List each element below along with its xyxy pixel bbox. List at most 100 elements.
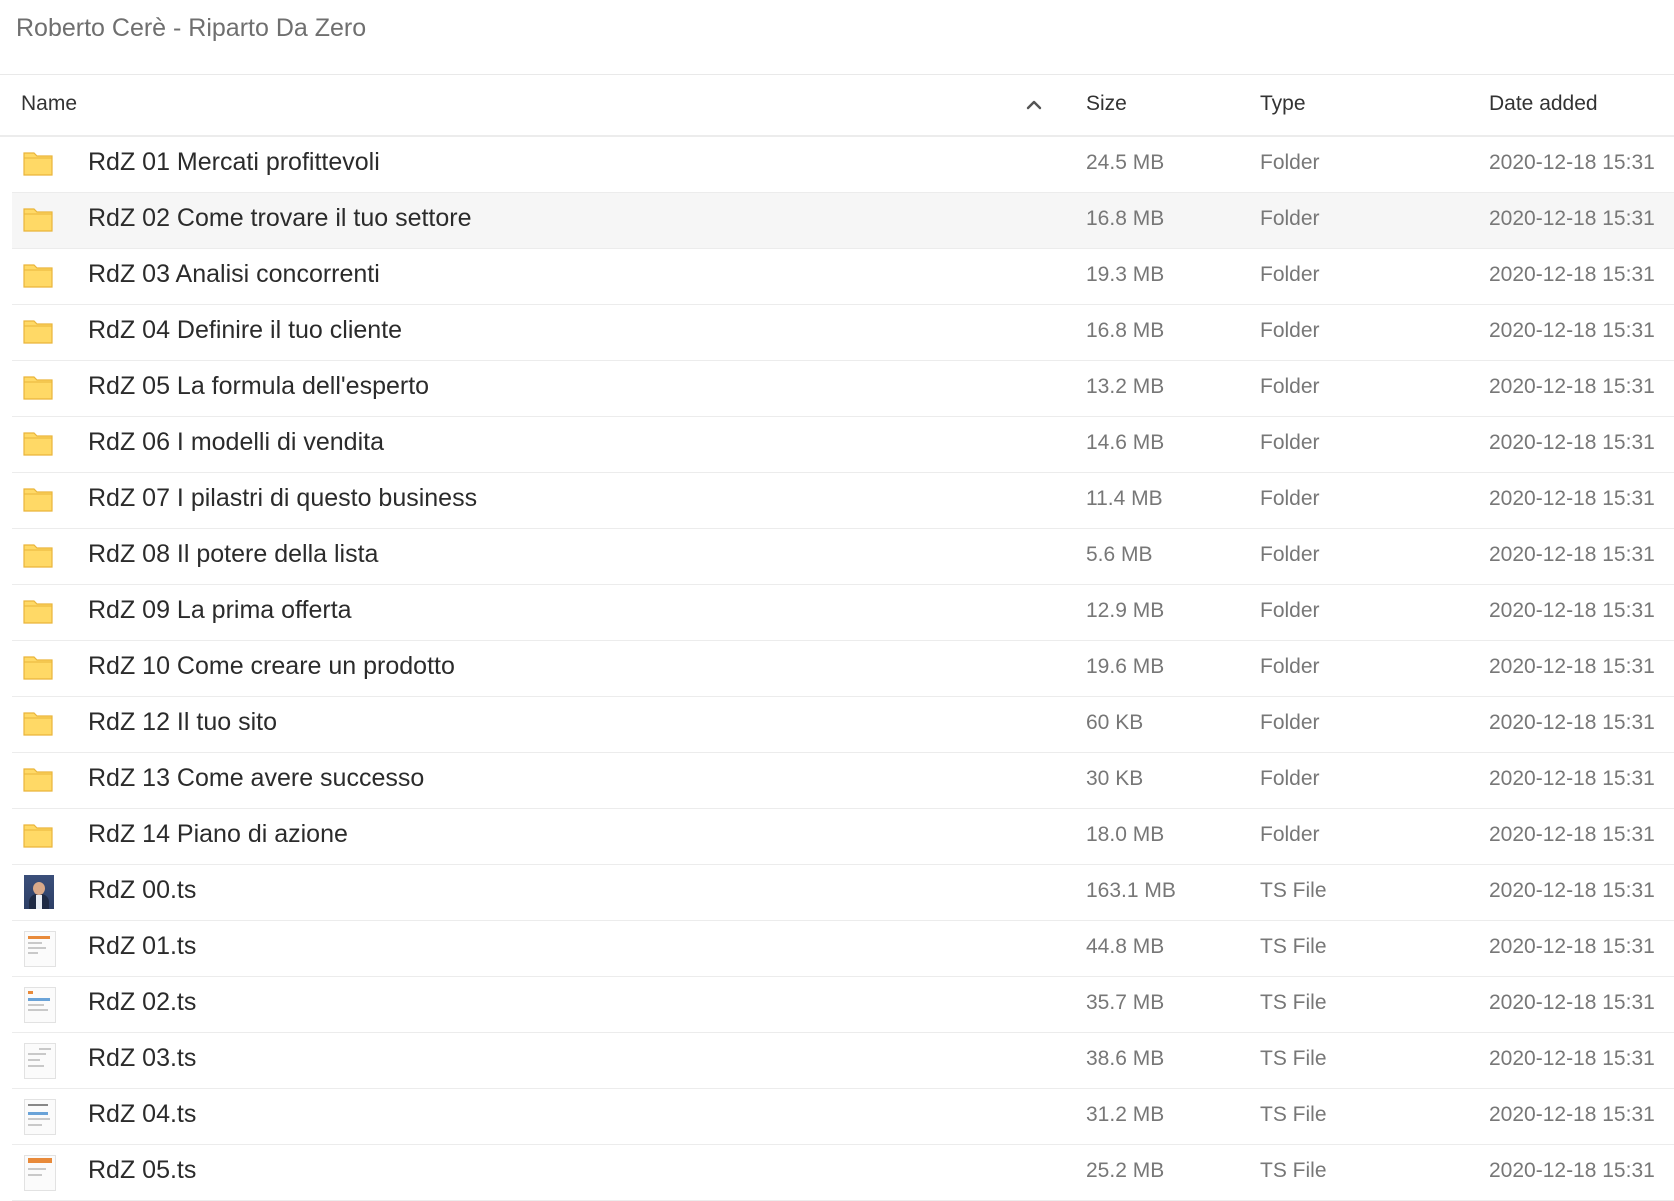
file-type: Folder	[1260, 711, 1320, 734]
table-row[interactable]: RdZ 03.ts 38.6 MB TS File 2020-12-18 15:31	[12, 1033, 1674, 1089]
folder-icon	[22, 147, 54, 179]
file-name[interactable]: RdZ 14 Piano di azione	[88, 820, 348, 849]
file-name[interactable]: RdZ 02.ts	[88, 988, 196, 1017]
file-list: RdZ 01 Mercati profittevoli 24.5 MB Folder…	[0, 137, 1674, 1201]
breadcrumb[interactable]: Roberto Cerè - Riparto Da Zero	[16, 14, 366, 43]
file-name[interactable]: RdZ 02 Come trovare il tuo settore	[88, 204, 472, 233]
file-size: 13.2 MB	[1086, 375, 1165, 398]
file-name[interactable]: RdZ 07 I pilastri di questo business	[88, 484, 477, 513]
file-type: TS File	[1260, 879, 1327, 902]
table-row[interactable]: RdZ 05 La formula dell'esperto 13.2 MB Fol…	[12, 361, 1674, 417]
file-name[interactable]: RdZ 03.ts	[88, 1044, 196, 1073]
file-name[interactable]: RdZ 01 Mercati profittevoli	[88, 148, 380, 177]
column-header-date-added[interactable]: Date added	[1489, 92, 1598, 116]
file-name[interactable]: RdZ 08 Il potere della lista	[88, 540, 378, 569]
file-type: TS File	[1260, 991, 1327, 1014]
file-size: 11.4 MB	[1086, 487, 1163, 510]
table-row[interactable]: RdZ 08 Il potere della lista 5.6 MB Folder…	[12, 529, 1674, 585]
file-size: 16.8 MB	[1086, 319, 1165, 342]
file-date-added: 2020-12-18 15:31	[1489, 1159, 1655, 1182]
file-name[interactable]: RdZ 06 I modelli di vendita	[88, 428, 384, 457]
file-type: Folder	[1260, 375, 1320, 398]
file-type: Folder	[1260, 823, 1320, 846]
file-size: 25.2 MB	[1086, 1159, 1165, 1182]
file-size: 38.6 MB	[1086, 1047, 1165, 1070]
file-name[interactable]: RdZ 05 La formula dell'esperto	[88, 372, 429, 401]
video-thumbnail-icon	[24, 987, 56, 1023]
table-row[interactable]: RdZ 13 Come avere successo 30 KB Folder 202…	[12, 753, 1674, 809]
table-row[interactable]: RdZ 02.ts 35.7 MB TS File 2020-12-18 15:31	[12, 977, 1674, 1033]
table-row[interactable]: RdZ 04 Definire il tuo cliente 16.8 MB Fol…	[12, 305, 1674, 361]
table-row[interactable]: RdZ 00.ts 163.1 MB TS File 2020-12-18 15:31	[12, 865, 1674, 921]
file-size: 24.5 MB	[1086, 151, 1165, 174]
file-name[interactable]: RdZ 00.ts	[88, 876, 196, 905]
file-name[interactable]: RdZ 10 Come creare un prodotto	[88, 652, 455, 681]
table-row[interactable]: RdZ 02 Come trovare il tuo settore 16.8 M…	[12, 193, 1674, 249]
sort-ascending-icon[interactable]	[1024, 95, 1044, 115]
file-type: Folder	[1260, 263, 1320, 286]
breadcrumb-bar: Roberto Cerè - Riparto Da Zero	[0, 0, 1674, 75]
column-header-type[interactable]: Type	[1260, 92, 1306, 116]
video-thumbnail-icon	[24, 1043, 56, 1079]
file-date-added: 2020-12-18 15:31	[1489, 711, 1655, 734]
file-name[interactable]: RdZ 13 Come avere successo	[88, 764, 424, 793]
table-header: Name Size Type Date added	[0, 75, 1674, 137]
file-date-added: 2020-12-18 15:31	[1489, 543, 1655, 566]
video-thumbnail-icon	[24, 1155, 56, 1191]
file-name[interactable]: RdZ 03 Analisi concorrenti	[88, 260, 380, 289]
file-type: Folder	[1260, 487, 1320, 510]
folder-icon	[22, 763, 54, 795]
folder-icon	[22, 651, 54, 683]
file-size: 16.8 MB	[1086, 207, 1165, 230]
file-size: 19.6 MB	[1086, 655, 1165, 678]
table-row[interactable]: RdZ 01 Mercati profittevoli 24.5 MB Folder…	[12, 137, 1674, 193]
file-date-added: 2020-12-18 15:31	[1489, 319, 1655, 342]
file-date-added: 2020-12-18 15:31	[1489, 599, 1655, 622]
table-row[interactable]: RdZ 05.ts 25.2 MB TS File 2020-12-18 15:31	[12, 1145, 1674, 1201]
file-type: TS File	[1260, 1103, 1327, 1126]
file-size: 12.9 MB	[1086, 599, 1165, 622]
folder-icon	[22, 819, 54, 851]
file-type: Folder	[1260, 767, 1320, 790]
folder-icon	[22, 371, 54, 403]
file-date-added: 2020-12-18 15:31	[1489, 879, 1655, 902]
folder-icon	[22, 203, 54, 235]
table-row[interactable]: RdZ 03 Analisi concorrenti 19.3 MB Folder 2…	[12, 249, 1674, 305]
file-name[interactable]: RdZ 04.ts	[88, 1100, 196, 1129]
file-type: TS File	[1260, 1159, 1327, 1182]
folder-icon	[22, 427, 54, 459]
file-type: TS File	[1260, 1047, 1327, 1070]
file-date-added: 2020-12-18 15:31	[1489, 935, 1655, 958]
file-type: Folder	[1260, 207, 1320, 230]
file-size: 19.3 MB	[1086, 263, 1165, 286]
file-date-added: 2020-12-18 15:31	[1489, 375, 1655, 398]
file-name[interactable]: RdZ 04 Definire il tuo cliente	[88, 316, 402, 345]
table-row[interactable]: RdZ 09 La prima offerta 12.9 MB Folder 2020…	[12, 585, 1674, 641]
folder-icon	[22, 259, 54, 291]
file-size: 35.7 MB	[1086, 991, 1165, 1014]
file-size: 31.2 MB	[1086, 1103, 1165, 1126]
table-row[interactable]: RdZ 06 I modelli di vendita 14.6 MB Folder…	[12, 417, 1674, 473]
file-name[interactable]: RdZ 09 La prima offerta	[88, 596, 352, 625]
table-row[interactable]: RdZ 07 I pilastri di questo business 11.4…	[12, 473, 1674, 529]
table-row[interactable]: RdZ 10 Come creare un prodotto 19.6 MB Fol…	[12, 641, 1674, 697]
column-header-name[interactable]: Name	[21, 92, 77, 116]
file-type: Folder	[1260, 151, 1320, 174]
table-row[interactable]: RdZ 14 Piano di azione 18.0 MB Folder 2020-…	[12, 809, 1674, 865]
folder-icon	[22, 707, 54, 739]
file-size: 18.0 MB	[1086, 823, 1165, 846]
table-row[interactable]: RdZ 12 Il tuo sito 60 KB Folder 2020-12-18 …	[12, 697, 1674, 753]
folder-icon	[22, 539, 54, 571]
video-thumbnail-icon	[24, 875, 54, 909]
folder-icon	[22, 595, 54, 627]
file-size: 14.6 MB	[1086, 431, 1165, 454]
file-date-added: 2020-12-18 15:31	[1489, 263, 1655, 286]
file-date-added: 2020-12-18 15:31	[1489, 207, 1655, 230]
table-row[interactable]: RdZ 04.ts 31.2 MB TS File 2020-12-18 15:31	[12, 1089, 1674, 1145]
file-name[interactable]: RdZ 05.ts	[88, 1156, 196, 1185]
column-header-size[interactable]: Size	[1086, 92, 1127, 116]
table-row[interactable]: RdZ 01.ts 44.8 MB TS File 2020-12-18 15:31	[12, 921, 1674, 977]
file-name[interactable]: RdZ 12 Il tuo sito	[88, 708, 277, 737]
file-date-added: 2020-12-18 15:31	[1489, 1103, 1655, 1126]
file-name[interactable]: RdZ 01.ts	[88, 932, 196, 961]
